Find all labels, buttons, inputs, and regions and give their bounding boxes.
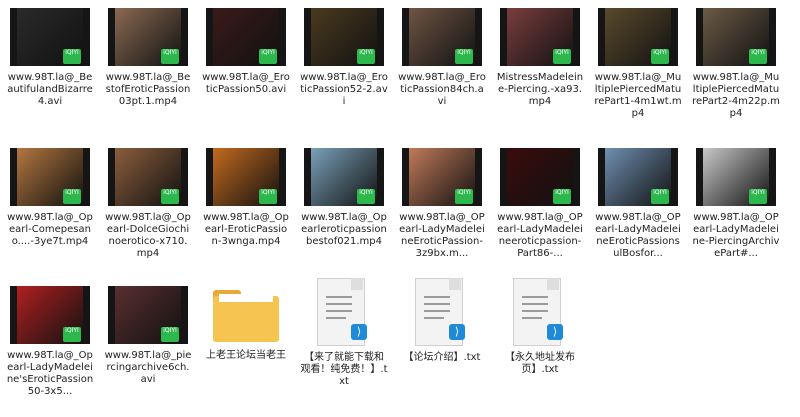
file-item[interactable]: iQIYI www.98T.la@_OPearl-LadyMadeleineero… (496, 148, 584, 260)
file-name: www.98T.la@_piercingarchive6ch.avi (104, 350, 192, 385)
file-item[interactable]: iQIYI www.98T.la@_Opearl-Comepesano....-3… (6, 148, 94, 248)
video-thumbnail: iQIYI (10, 286, 90, 344)
file-name: www.98T.la@_EroticPassion52-2.avi (300, 72, 388, 107)
player-badge-icon: iQIYI (749, 189, 767, 204)
file-name: www.98T.la@_EroticPassion84ch.avi (398, 72, 486, 107)
video-thumbnail: iQIYI (206, 8, 286, 66)
player-badge-icon: iQIYI (259, 189, 277, 204)
player-badge-icon: iQIYI (455, 49, 473, 64)
video-thumbnail: iQIYI (206, 148, 286, 206)
file-item[interactable]: iQIYI www.98T.la@_BeautifulandBizarre4.av… (6, 8, 94, 108)
player-badge-icon: iQIYI (651, 49, 669, 64)
player-badge-icon: iQIYI (259, 49, 277, 64)
video-thumbnail: iQIYI (304, 8, 384, 66)
file-item[interactable]: iQIYI www.98T.la@_Opearl-DolceGiochinoero… (104, 148, 192, 260)
file-item[interactable]: iQIYI www.98T.la@_OPearl-LadyMadeleine-Pi… (692, 148, 780, 260)
file-name: www.98T.la@_Opearl-DolceGiochinoerotico-… (105, 212, 191, 259)
player-badge-icon: iQIYI (63, 49, 81, 64)
file-item[interactable]: iQIYI www.98T.la@_piercingarchive6ch.avi (104, 286, 192, 386)
video-thumbnail: iQIYI (598, 8, 678, 66)
vscode-icon: ⟩ (547, 324, 563, 340)
file-name: www.98T.la@_OPearl-LadyMadeleine-Piercin… (692, 212, 780, 259)
video-thumbnail: iQIYI (402, 8, 482, 66)
player-badge-icon: iQIYI (553, 49, 571, 64)
player-badge-icon: iQIYI (357, 189, 375, 204)
file-item[interactable]: ⟩ 【论坛介绍】.txt (398, 278, 486, 364)
file-name: www.98T.la@_Opearl-LadyMadeleine'sErotic… (6, 350, 94, 397)
video-thumbnail: iQIYI (108, 286, 188, 344)
file-name: MistressMadeleine-Piercing.-xa93.mp4 (496, 72, 584, 107)
file-name: www.98T.la@_BestofEroticPassion03pt.1.mp… (105, 72, 191, 107)
text-file-icon: ⟩ (415, 278, 469, 346)
file-name: www.98T.la@_Opearl-EroticPassion-3wnga.m… (203, 212, 289, 247)
player-badge-icon: iQIYI (161, 49, 179, 64)
video-thumbnail: iQIYI (108, 8, 188, 66)
text-file-icon: ⟩ (513, 278, 567, 346)
file-name: www.98T.la@_EroticPassion50.avi (202, 72, 290, 95)
file-name: www.98T.la@_OPearl-LadyMadeleineeroticpa… (497, 212, 583, 259)
file-item[interactable]: iQIYI www.98T.la@_EroticPassion84ch.avi (398, 8, 486, 108)
video-thumbnail: iQIYI (10, 148, 90, 206)
file-item[interactable]: ⟩ 【来了就能下载和观看！纯免费！】.txt (300, 278, 388, 388)
file-item[interactable]: 上老王论坛当老王 (202, 286, 290, 362)
file-name: 上老王论坛当老王 (206, 350, 286, 361)
text-file-icon: ⟩ (317, 278, 371, 346)
player-badge-icon: iQIYI (553, 189, 571, 204)
file-name: www.98T.la@_BeautifulandBizarre4.avi (7, 72, 93, 107)
vscode-icon: ⟩ (449, 324, 465, 340)
folder-icon (211, 286, 281, 344)
player-badge-icon: iQIYI (651, 189, 669, 204)
player-badge-icon: iQIYI (749, 49, 767, 64)
player-badge-icon: iQIYI (63, 327, 81, 342)
player-badge-icon: iQIYI (161, 189, 179, 204)
file-item[interactable]: iQIYI www.98T.la@_OPearl-LadyMadeleineEro… (594, 148, 682, 260)
file-name: 【来了就能下载和观看！纯免费！】.txt (300, 352, 388, 387)
file-item[interactable]: iQIYI www.98T.la@_BestofEroticPassion03pt… (104, 8, 192, 108)
file-name: www.98T.la@_OPearl-LadyMadeleineEroticPa… (595, 212, 681, 259)
video-thumbnail: iQIYI (402, 148, 482, 206)
video-thumbnail: iQIYI (108, 148, 188, 206)
video-thumbnail: iQIYI (696, 8, 776, 66)
player-badge-icon: iQIYI (455, 189, 473, 204)
file-item[interactable]: iQIYI MistressMadeleine-Piercing.-xa93.mp… (496, 8, 584, 108)
file-item[interactable]: iQIYI www.98T.la@_Opearleroticpassionbest… (300, 148, 388, 248)
video-thumbnail: iQIYI (696, 148, 776, 206)
file-item[interactable]: iQIYI www.98T.la@_MultiplePiercedMaturePa… (594, 8, 682, 120)
file-name: www.98T.la@_OPearl-LadyMadeleineEroticPa… (399, 212, 485, 259)
file-item[interactable]: ⟩ 【永久地址发布页】.txt (496, 278, 584, 376)
vscode-icon: ⟩ (351, 324, 367, 340)
player-badge-icon: iQIYI (161, 327, 179, 342)
player-badge-icon: iQIYI (357, 49, 375, 64)
file-name: www.98T.la@_MultiplePiercedMaturePart2-4… (692, 72, 780, 119)
file-item[interactable]: iQIYI www.98T.la@_Opearl-EroticPassion-3w… (202, 148, 290, 248)
file-name: www.98T.la@_Opearl-Comepesano....-3ye7t.… (7, 212, 93, 247)
file-item[interactable]: iQIYI www.98T.la@_MultiplePiercedMaturePa… (692, 8, 780, 120)
video-thumbnail: iQIYI (304, 148, 384, 206)
video-thumbnail: iQIYI (500, 8, 580, 66)
video-thumbnail: iQIYI (10, 8, 90, 66)
video-thumbnail: iQIYI (500, 148, 580, 206)
file-item[interactable]: iQIYI www.98T.la@_Opearl-LadyMadeleine'sE… (6, 286, 94, 398)
file-name: www.98T.la@_MultiplePiercedMaturePart1-4… (594, 72, 682, 119)
file-grid: iQIYI www.98T.la@_BeautifulandBizarre4.av… (0, 0, 800, 417)
video-thumbnail: iQIYI (598, 148, 678, 206)
file-name: 【论坛介绍】.txt (403, 352, 481, 363)
file-item[interactable]: iQIYI www.98T.la@_EroticPassion50.avi (202, 8, 290, 96)
file-item[interactable]: iQIYI www.98T.la@_EroticPassion52-2.avi (300, 8, 388, 108)
file-item[interactable]: iQIYI www.98T.la@_OPearl-LadyMadeleineEro… (398, 148, 486, 260)
file-name: www.98T.la@_Opearleroticpassionbestof021… (301, 212, 387, 247)
file-name: 【永久地址发布页】.txt (505, 352, 575, 375)
player-badge-icon: iQIYI (63, 189, 81, 204)
